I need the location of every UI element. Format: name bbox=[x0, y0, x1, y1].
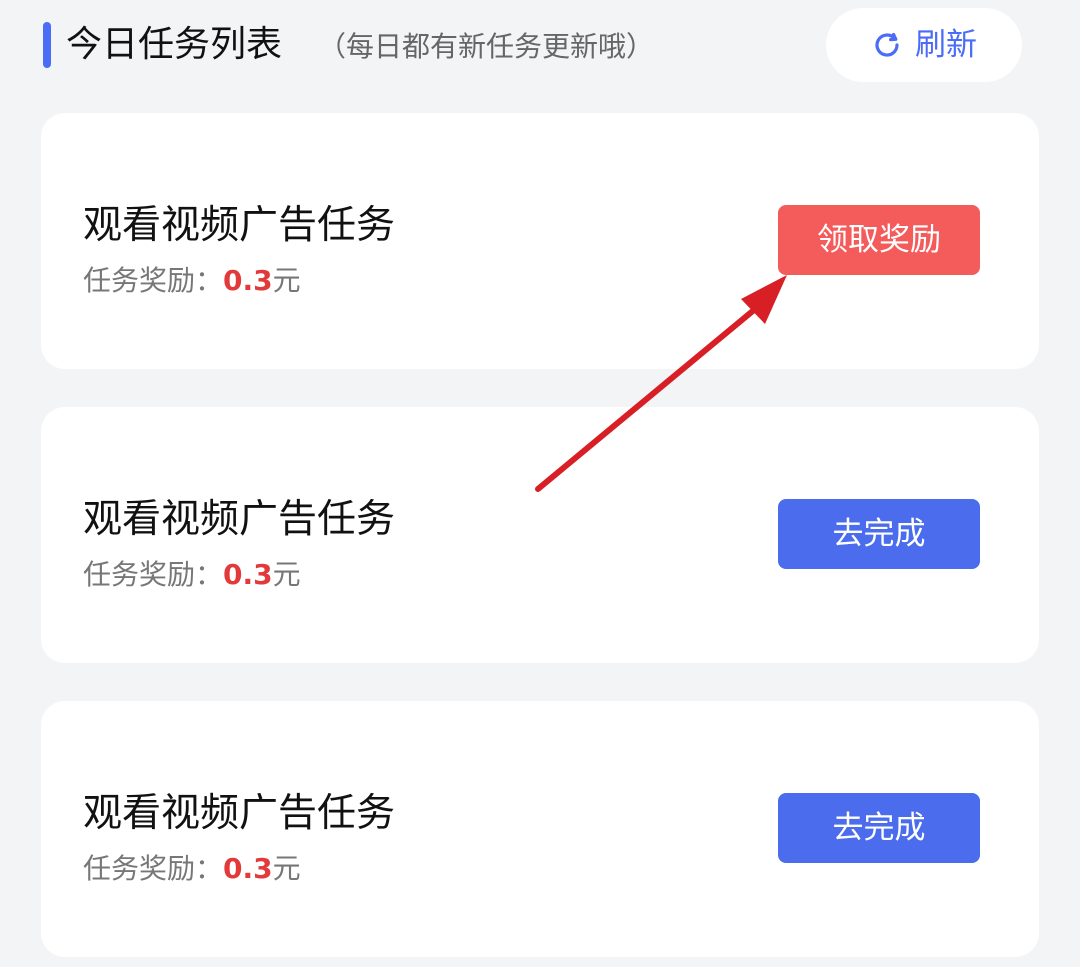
claim-reward-button[interactable]: 领取奖励 bbox=[778, 205, 980, 275]
refresh-button[interactable]: 刷新 bbox=[826, 8, 1022, 82]
task-reward: 任务奖励：0.3元 bbox=[83, 260, 301, 302]
reward-amount: 0.3 bbox=[223, 852, 273, 885]
page-title: 今日任务列表 bbox=[66, 24, 283, 65]
task-title: 观看视频广告任务 bbox=[83, 497, 396, 542]
refresh-label: 刷新 bbox=[915, 26, 977, 63]
reward-amount: 0.3 bbox=[223, 558, 273, 591]
go-complete-button[interactable]: 去完成 bbox=[778, 499, 980, 569]
task-reward: 任务奖励：0.3元 bbox=[83, 848, 301, 890]
task-title: 观看视频广告任务 bbox=[83, 203, 396, 248]
page-subtitle: （每日都有新任务更新哦） bbox=[318, 30, 655, 63]
task-card: 观看视频广告任务 任务奖励：0.3元 去完成 bbox=[41, 701, 1039, 957]
reward-amount: 0.3 bbox=[223, 264, 273, 297]
header-accent-bar bbox=[43, 22, 51, 68]
reward-unit: 元 bbox=[272, 264, 301, 297]
task-title: 观看视频广告任务 bbox=[83, 791, 396, 836]
reward-label: 任务奖励： bbox=[83, 264, 224, 297]
reward-unit: 元 bbox=[272, 558, 301, 591]
go-complete-button[interactable]: 去完成 bbox=[778, 793, 980, 863]
task-reward: 任务奖励：0.3元 bbox=[83, 554, 301, 596]
task-list-header: 今日任务列表 （每日都有新任务更新哦） 刷新 bbox=[0, 0, 1080, 96]
task-card: 观看视频广告任务 任务奖励：0.3元 领取奖励 bbox=[41, 113, 1039, 369]
reward-label: 任务奖励： bbox=[83, 558, 224, 591]
reward-label: 任务奖励： bbox=[83, 852, 224, 885]
refresh-icon bbox=[875, 32, 899, 57]
reward-unit: 元 bbox=[272, 852, 301, 885]
task-card: 观看视频广告任务 任务奖励：0.3元 去完成 bbox=[41, 407, 1039, 663]
